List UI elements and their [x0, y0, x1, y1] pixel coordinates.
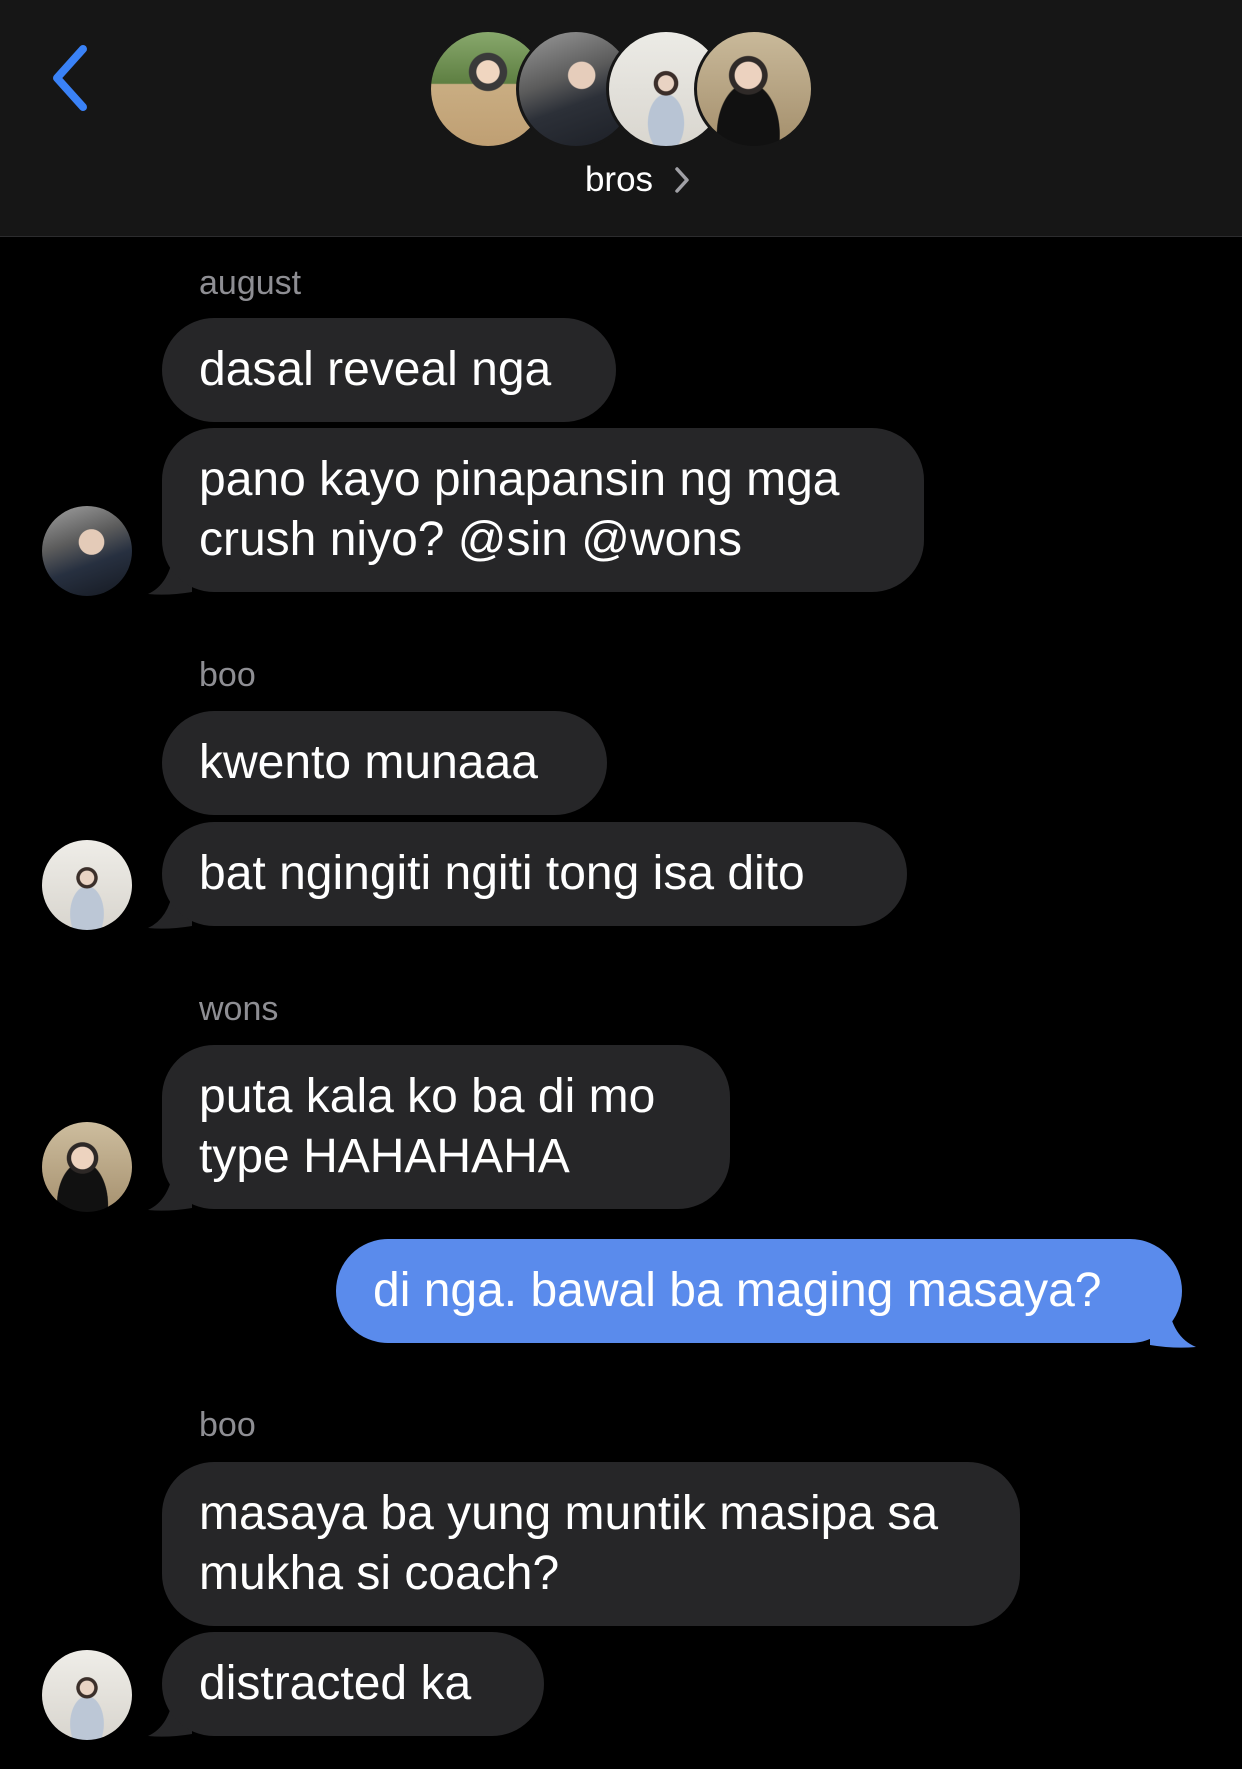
conversation-header: bros	[0, 0, 1242, 237]
message-text: pano kayo pinapansin ng mga crush niyo? …	[199, 453, 840, 566]
chevron-right-icon	[673, 163, 693, 197]
sender-avatar[interactable]	[42, 1650, 132, 1740]
conversation-title-row[interactable]: bros	[0, 160, 1242, 200]
group-avatar-4	[694, 29, 814, 149]
back-button[interactable]	[40, 40, 100, 116]
chevron-left-icon	[53, 45, 87, 111]
message-text: distracted ka	[199, 1657, 472, 1710]
outgoing-message-bubble[interactable]: di nga. bawal ba maging masaya?	[336, 1239, 1182, 1343]
message-text: bat ngingiti ngiti tong isa dito	[199, 847, 805, 900]
message-bubble[interactable]: dasal reveal nga	[162, 318, 616, 422]
sender-avatar[interactable]	[42, 1122, 132, 1212]
message-bubble[interactable]: masaya ba yung muntik masipa sa mukha si…	[162, 1462, 1020, 1626]
message-text: puta kala ko ba di mo type HAHAHAHA	[199, 1070, 656, 1183]
bubble-tail	[1150, 1303, 1196, 1348]
conversation-title[interactable]: bros	[585, 160, 653, 200]
sender-avatar[interactable]	[42, 840, 132, 930]
sender-name: boo	[199, 1406, 256, 1444]
message-text: dasal reveal nga	[199, 343, 552, 396]
group-avatars[interactable]	[428, 29, 814, 149]
sender-name: august	[199, 264, 302, 302]
message-bubble[interactable]: kwento munaaa	[162, 711, 607, 815]
message-text: masaya ba yung muntik masipa sa mukha si…	[199, 1487, 939, 1600]
message-bubble[interactable]: pano kayo pinapansin ng mga crush niyo? …	[162, 428, 924, 592]
sender-avatar[interactable]	[42, 506, 132, 596]
message-bubble[interactable]: bat ngingiti ngiti tong isa dito	[162, 822, 907, 926]
message-bubble[interactable]: puta kala ko ba di mo type HAHAHAHA	[162, 1045, 730, 1209]
bubble-tail	[148, 1166, 192, 1211]
message-text: kwento munaaa	[199, 736, 538, 789]
sender-name: wons	[199, 990, 279, 1028]
message-bubble[interactable]: distracted ka	[162, 1632, 544, 1736]
sender-name: boo	[199, 656, 256, 694]
message-text: di nga. bawal ba maging masaya?	[373, 1264, 1102, 1317]
